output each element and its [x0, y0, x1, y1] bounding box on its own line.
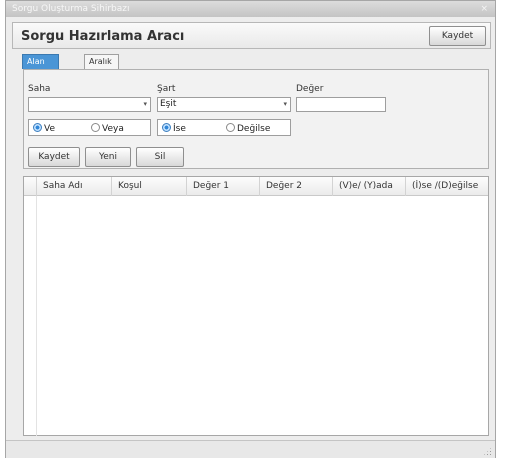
- tab-range-mask[interactable]: Aralık Maske: [84, 54, 120, 79]
- resize-grip-icon[interactable]: [483, 447, 492, 456]
- radio-else-label: Değilse: [237, 124, 271, 134]
- tab-field-selection[interactable]: Alan Seçimi: [22, 54, 59, 79]
- radio-or-label: Veya: [102, 124, 124, 134]
- column-header[interactable]: Değer 2: [259, 177, 332, 196]
- column-header[interactable]: (V)e/ (Y)ada: [332, 177, 405, 196]
- query-wizard-window: Sorgu Oluşturma Sihirbazı × Sorgu Hazırl…: [5, 0, 496, 458]
- column-header[interactable]: Koşul: [111, 177, 186, 196]
- chevron-down-icon[interactable]: ▾: [143, 98, 147, 111]
- window-title: Sorgu Oluşturma Sihirbazı: [12, 4, 130, 14]
- header-bar: Sorgu Hazırlama Aracı Kaydet: [12, 22, 491, 49]
- criteria-panel: Saha ▾ Şart Eşit ▾ Değer Ve Veya İse Değ…: [23, 69, 489, 169]
- status-bar: [6, 440, 495, 458]
- radio-or[interactable]: Veya: [91, 123, 124, 135]
- header-save-button[interactable]: Kaydet: [429, 26, 486, 46]
- condition-select[interactable]: Eşit ▾: [157, 97, 291, 112]
- criteria-table[interactable]: Saha Adı Koşul Değer 1 Değer 2 (V)e/ (Y)…: [23, 176, 489, 436]
- radio-else[interactable]: Değilse: [226, 123, 270, 135]
- page-title: Sorgu Hazırlama Aracı: [21, 29, 185, 44]
- field-select[interactable]: ▾: [28, 97, 151, 112]
- logic-radio-group: Ve Veya: [28, 119, 151, 136]
- delete-button[interactable]: Sil: [136, 147, 184, 167]
- field-label: Saha: [28, 84, 51, 94]
- radio-unselected-icon: [226, 123, 235, 132]
- column-header[interactable]: (İ)se /(D)eğilse: [405, 177, 488, 196]
- column-header[interactable]: Değer 1: [186, 177, 259, 196]
- radio-selected-icon: [162, 123, 171, 132]
- value-label: Değer: [296, 84, 324, 94]
- row-selector-divider: [36, 196, 37, 436]
- radio-and-label: Ve: [44, 124, 55, 134]
- ifelse-radio-group: İse Değilse: [157, 119, 291, 136]
- table-header: Saha Adı Koşul Değer 1 Değer 2 (V)e/ (Y)…: [24, 177, 488, 196]
- radio-selected-icon: [33, 123, 42, 132]
- new-button[interactable]: Yeni: [85, 147, 131, 167]
- chevron-down-icon[interactable]: ▾: [283, 98, 287, 111]
- title-bar[interactable]: Sorgu Oluşturma Sihirbazı ×: [6, 1, 495, 17]
- radio-and[interactable]: Ve: [33, 123, 55, 135]
- column-header[interactable]: Saha Adı: [36, 177, 111, 196]
- value-input[interactable]: [296, 97, 386, 112]
- row-selector-header: [24, 177, 36, 196]
- condition-label: Şart: [157, 84, 176, 94]
- condition-select-value: Eşit: [160, 99, 177, 109]
- close-icon[interactable]: ×: [480, 1, 488, 17]
- radio-if[interactable]: İse: [162, 123, 186, 135]
- radio-unselected-icon: [91, 123, 100, 132]
- save-button[interactable]: Kaydet: [28, 147, 80, 167]
- radio-if-label: İse: [173, 124, 186, 134]
